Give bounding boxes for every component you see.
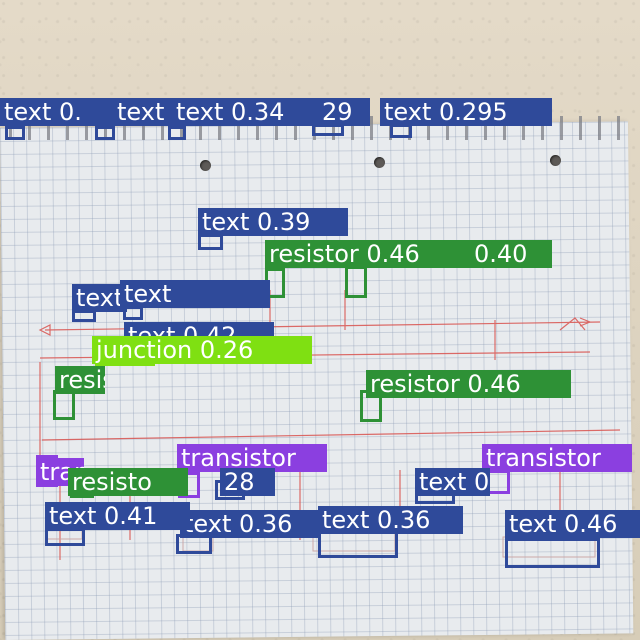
detection-label-text: text 0.39 xyxy=(198,208,348,236)
detection-label-text: text xyxy=(120,280,270,308)
detection-label-text: text 0.46 xyxy=(505,510,640,538)
detection-label-text: text 0.5 xyxy=(415,468,490,496)
detection-label-resistor: 0.40 xyxy=(470,240,552,268)
detection-label-text: text 0. xyxy=(0,98,118,126)
detection-label-text: text 0.295 xyxy=(380,98,552,126)
detection-label-junction: junction 0.26 xyxy=(92,336,312,364)
detection-box-text xyxy=(390,124,412,138)
detection-box-resistor xyxy=(345,266,367,298)
detection-box-text xyxy=(5,126,25,140)
detection-box-resistor xyxy=(53,390,75,420)
detection-label-text: text 0.34 xyxy=(172,98,322,126)
detection-label-resistor: resistor 0.54 xyxy=(55,366,105,394)
detection-label-text: 29 xyxy=(318,98,370,126)
detection-label-text: text 0.41 xyxy=(45,502,190,530)
detection-label-text: text 0.36 xyxy=(180,510,320,538)
detection-label-resistor: resistor 0.46 xyxy=(366,370,571,398)
detection-label-resistor: resistor 0.46 xyxy=(265,240,477,268)
detection-label-transistor: transistor xyxy=(482,444,632,472)
detection-box-text xyxy=(95,126,115,140)
detection-label-text: text 0.36 xyxy=(318,506,463,534)
photo-scene: text 0. text text 0.34 29 text 0.295 tex… xyxy=(0,0,640,640)
detection-label-text: text xyxy=(113,98,175,126)
detection-box-text xyxy=(318,530,398,558)
detection-box-text xyxy=(198,234,223,250)
detection-label-resistor: resisto xyxy=(68,468,188,496)
detection-box-text xyxy=(45,528,85,546)
detection-label-text: 28 xyxy=(220,468,275,496)
detection-box-text xyxy=(505,538,600,568)
detection-label-text: text 0.43 xyxy=(72,284,127,312)
detection-box-text xyxy=(168,126,186,140)
